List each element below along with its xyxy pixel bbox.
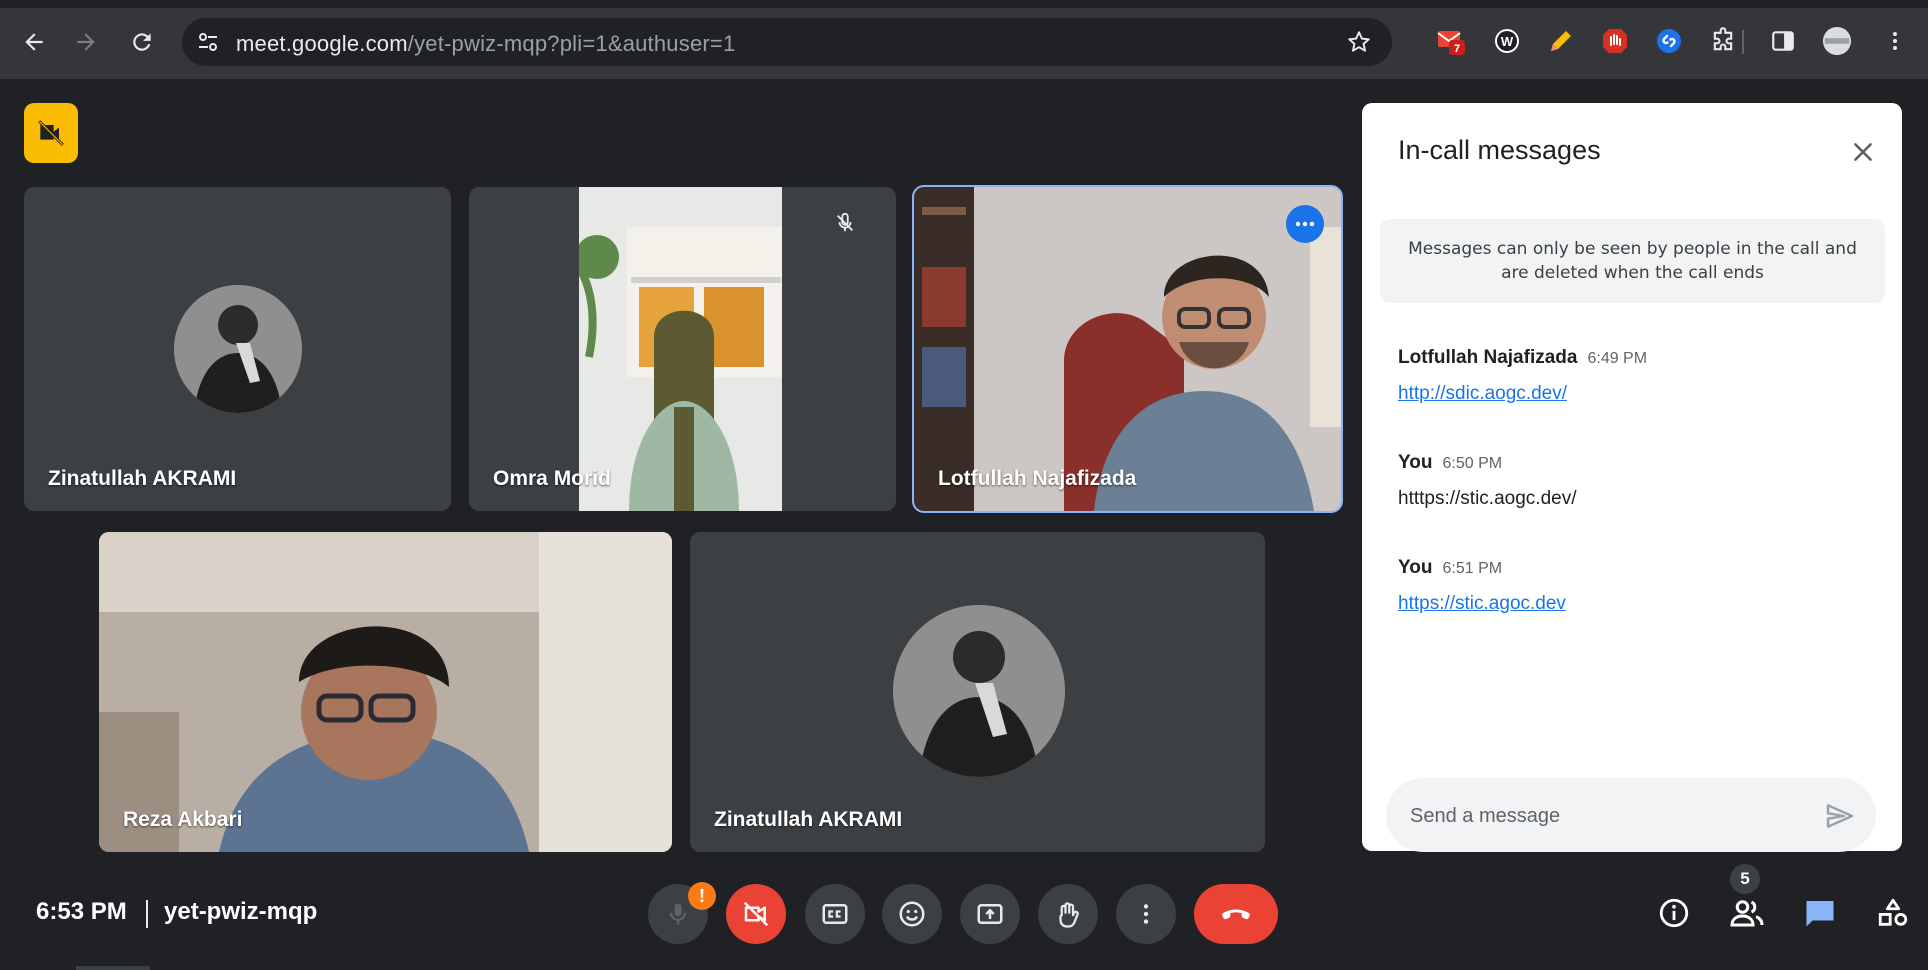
participant-tile[interactable]: Zinatullah AKRAMI [24, 187, 451, 511]
browser-toolbar: meet.google.com/yet-pwiz-mqp?pli=1&authu… [0, 0, 1928, 79]
profile-avatar-icon[interactable] [1822, 26, 1852, 56]
present-to-all-icon [977, 904, 1003, 924]
close-icon [1854, 143, 1872, 161]
gmail-extension-icon[interactable]: 7 [1436, 26, 1466, 56]
privacy-notice: Messages can only be seen by people in t… [1380, 219, 1885, 303]
w-extension-glyph: W [1501, 34, 1514, 49]
participant-video [99, 532, 672, 852]
avatar [893, 605, 1065, 777]
url-path: /yet-pwiz-mqp?pli=1&authuser=1 [407, 31, 736, 56]
participant-name: Zinatullah AKRAMI [714, 808, 903, 831]
panel-title: In-call messages [1398, 135, 1601, 165]
participant-name: Zinatullah AKRAMI [48, 467, 237, 490]
send-icon[interactable] [1824, 800, 1856, 832]
message-link[interactable]: https://stic.agoc.dev [1398, 593, 1566, 615]
message-sender: You [1398, 557, 1433, 578]
participant-video [914, 187, 1341, 511]
site-settings-icon[interactable] [196, 30, 220, 54]
pencil-extension-icon[interactable] [1546, 26, 1576, 56]
close-panel-button[interactable] [1846, 135, 1880, 169]
mic-off-icon [837, 212, 853, 232]
closed-captions-icon [822, 904, 848, 924]
url-text[interactable]: meet.google.com/yet-pwiz-mqp?pli=1&authu… [236, 31, 735, 57]
address-bar[interactable]: meet.google.com/yet-pwiz-mqp?pli=1&authu… [182, 18, 1392, 66]
participant-tile-active[interactable]: Lotfullah Najafizada [912, 185, 1343, 513]
meeting-details-button[interactable] [1651, 890, 1697, 936]
muted-mic-badge [827, 205, 863, 241]
more-horizontal-icon [1295, 221, 1315, 227]
people-button[interactable] [1724, 890, 1770, 936]
message-text: htttps://stic.aogc.dev/ [1398, 488, 1577, 509]
participant-tile[interactable]: Zinatullah AKRAMI [690, 532, 1265, 852]
participant-video [579, 187, 782, 511]
taskbar-indicator [76, 966, 150, 970]
hand-stop-extension-icon[interactable] [1600, 26, 1630, 56]
puzzle-extensions-icon[interactable] [1708, 26, 1738, 56]
shazam-extension-icon[interactable] [1654, 26, 1684, 56]
participant-tile[interactable]: Omra Morid [469, 187, 896, 511]
participant-name: Omra Morid [493, 467, 611, 490]
chat-message: You 6:51 PM https://stic.agoc.dev [1398, 557, 1566, 615]
tile-options-button[interactable] [1286, 205, 1324, 243]
gmail-badge-count: 7 [1454, 43, 1460, 55]
avatar [174, 285, 302, 413]
bookmark-star-icon[interactable] [1346, 29, 1372, 55]
call-end-icon [1222, 909, 1250, 920]
message-sender: You [1398, 452, 1433, 473]
leave-call-button[interactable] [1194, 884, 1278, 944]
video-off-icon [743, 901, 769, 927]
activities-button[interactable] [1870, 890, 1916, 936]
info-icon [1659, 898, 1689, 928]
back-button[interactable] [14, 22, 54, 62]
bottom-bar-divider [146, 900, 148, 928]
meeting-code: yet-pwiz-mqp [164, 898, 318, 925]
video-off-icon [37, 119, 65, 147]
current-time: 6:53 PM [36, 898, 127, 925]
captions-button[interactable] [805, 884, 865, 944]
tab-strip [0, 0, 1928, 8]
message-time: 6:50 PM [1442, 455, 1503, 472]
people-icon [1730, 900, 1764, 927]
toolbar-separator [1742, 30, 1744, 54]
arrow-right-icon [77, 33, 95, 51]
mic-warning-badge[interactable]: ! [688, 882, 716, 910]
camera-off-indicator[interactable] [24, 103, 78, 163]
side-panel-icon[interactable] [1768, 26, 1798, 56]
privacy-notice-text: Messages can only be seen by people in t… [1408, 239, 1857, 283]
more-vertical-icon [1143, 904, 1149, 924]
chat-message: Lotfullah Najafizada 6:49 PM http://sdic.… [1398, 347, 1647, 405]
participant-name: Lotfullah Najafizada [938, 467, 1137, 490]
forward-button[interactable] [66, 22, 106, 62]
arrow-left-icon [25, 33, 43, 51]
chat-icon [1806, 901, 1834, 927]
camera-toggle-button[interactable] [726, 884, 786, 944]
message-input[interactable] [1408, 800, 1812, 832]
more-options-button[interactable] [1116, 884, 1176, 944]
message-sender: Lotfullah Najafizada [1398, 347, 1578, 368]
chat-button[interactable] [1797, 890, 1843, 936]
hand-icon [1059, 902, 1079, 928]
message-time: 6:49 PM [1587, 350, 1648, 367]
emoji-icon [899, 901, 925, 927]
message-time: 6:51 PM [1442, 560, 1503, 577]
message-link[interactable]: http://sdic.aogc.dev/ [1398, 383, 1647, 405]
reactions-button[interactable] [882, 884, 942, 944]
browser-menu-icon[interactable] [1880, 26, 1910, 56]
participant-name: Reza Akbari [123, 808, 243, 831]
reload-icon [133, 33, 151, 51]
shapes-icon [1878, 898, 1908, 926]
url-host: meet.google.com [236, 31, 408, 56]
participant-tile[interactable]: Reza Akbari [99, 532, 672, 852]
mic-icon [669, 903, 687, 925]
w-extension-icon[interactable]: W [1492, 26, 1522, 56]
reload-button[interactable] [122, 22, 162, 62]
in-call-messages-panel: In-call messages Messages can only be se… [1362, 103, 1902, 852]
raise-hand-button[interactable] [1038, 884, 1098, 944]
present-screen-button[interactable] [960, 884, 1020, 944]
message-compose-box [1386, 778, 1876, 852]
chat-message: You 6:50 PM htttps://stic.aogc.dev/ [1398, 452, 1576, 510]
